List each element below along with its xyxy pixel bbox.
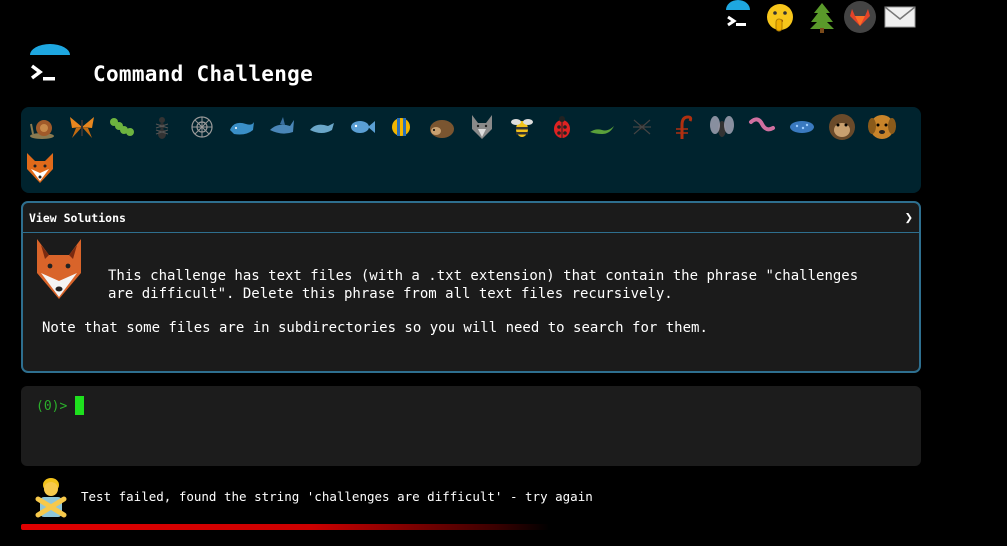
- scorpion-icon[interactable]: [667, 112, 697, 142]
- app-logo: [26, 44, 74, 92]
- evergreen-tree-icon[interactable]: [806, 0, 838, 34]
- envelope-icon[interactable]: [884, 0, 916, 34]
- view-solutions-toggle[interactable]: View Solutions ❯: [23, 203, 919, 233]
- terminal-prompt: (0)>: [36, 399, 68, 414]
- fly-icon[interactable]: [707, 112, 737, 142]
- challenge-animal-bar: [21, 107, 921, 193]
- gitlab-icon[interactable]: [844, 0, 876, 34]
- monkey-icon[interactable]: [827, 112, 857, 142]
- lizard-icon[interactable]: [587, 112, 617, 142]
- spider-icon[interactable]: [627, 112, 657, 142]
- terminal-input-area[interactable]: (0)>: [21, 386, 921, 466]
- dolphin-icon[interactable]: [307, 112, 337, 142]
- challenge-note: Note that some files are in subdirectori…: [42, 320, 708, 336]
- wolf-icon[interactable]: [467, 112, 497, 142]
- snail-icon[interactable]: [27, 112, 57, 142]
- shushing-face-icon[interactable]: [764, 0, 796, 34]
- tropical-fish-icon[interactable]: [387, 112, 417, 142]
- bee-icon[interactable]: [507, 112, 537, 142]
- fox-avatar: [33, 237, 85, 301]
- top-icon-bar: [722, 0, 922, 34]
- page-title: Command Challenge: [93, 62, 314, 86]
- shark-icon[interactable]: [267, 112, 297, 142]
- challenge-description: This challenge has text files (with a .t…: [108, 268, 859, 302]
- terminal-icon[interactable]: [722, 0, 754, 34]
- chevron-right-icon: ❯: [904, 210, 913, 226]
- fish-icon[interactable]: [347, 112, 377, 142]
- microbe-icon[interactable]: [787, 112, 817, 142]
- status-progress-bar: [21, 524, 549, 530]
- butterfly-icon[interactable]: [67, 112, 97, 142]
- spider-web-icon[interactable]: [187, 112, 217, 142]
- person-gesturing-no-icon: [34, 475, 68, 519]
- terminal-cursor: [75, 396, 84, 415]
- view-solutions-label: View Solutions: [29, 211, 126, 225]
- status-message: Test failed, found the string 'challenge…: [81, 489, 593, 504]
- caterpillar-icon[interactable]: [107, 112, 137, 142]
- lady-beetle-icon[interactable]: [547, 112, 577, 142]
- hedgehog-icon[interactable]: [427, 112, 457, 142]
- fox-icon[interactable]: [25, 153, 55, 183]
- worm-icon[interactable]: [747, 112, 777, 142]
- ant-icon[interactable]: [147, 112, 177, 142]
- whale-icon[interactable]: [227, 112, 257, 142]
- challenge-panel: View Solutions ❯ This challenge has text…: [21, 201, 921, 373]
- dog-icon[interactable]: [867, 112, 897, 142]
